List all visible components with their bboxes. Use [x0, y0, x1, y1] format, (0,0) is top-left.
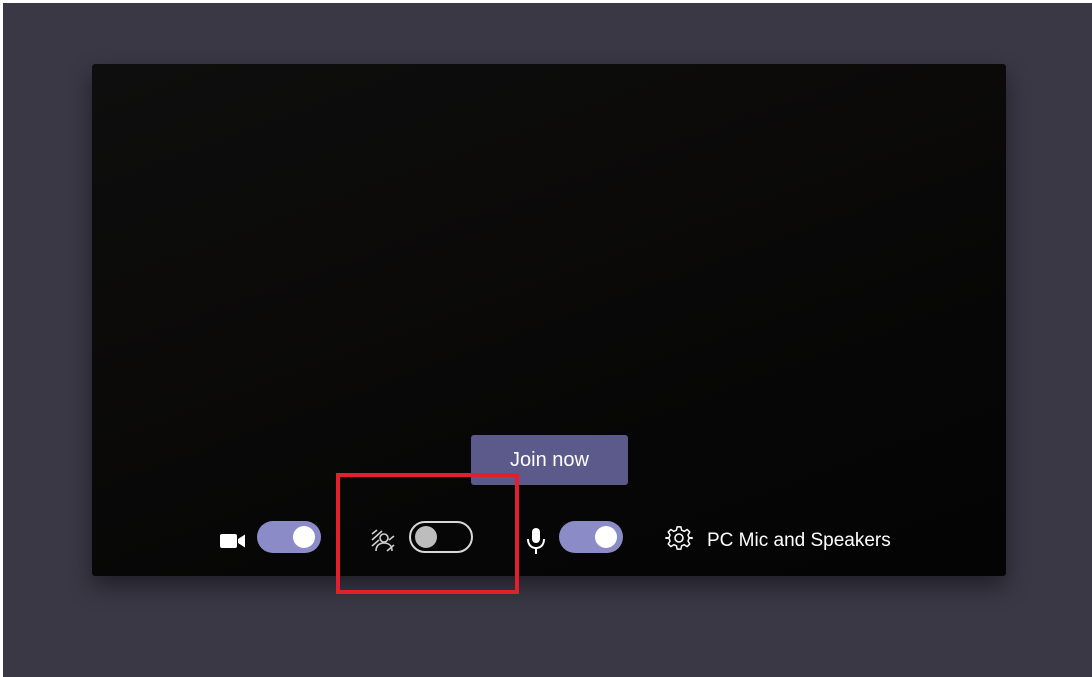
microphone-toggle-knob	[595, 526, 617, 548]
camera-toggle[interactable]	[257, 521, 321, 553]
video-preview	[92, 64, 1006, 576]
join-now-button[interactable]: Join now	[471, 435, 628, 485]
microphone-toggle[interactable]	[559, 521, 623, 553]
microphone-icon	[527, 528, 545, 554]
gear-icon[interactable]	[665, 525, 693, 553]
camera-icon	[220, 534, 245, 548]
pre-join-screen: Join now PC Mic and Speakers	[3, 3, 1092, 677]
background-blur-toggle-knob	[415, 526, 437, 548]
background-blur-toggle[interactable]	[409, 521, 473, 553]
background-blur-icon	[371, 529, 395, 552]
device-settings-label[interactable]: PC Mic and Speakers	[707, 529, 891, 553]
camera-toggle-knob	[293, 526, 315, 548]
